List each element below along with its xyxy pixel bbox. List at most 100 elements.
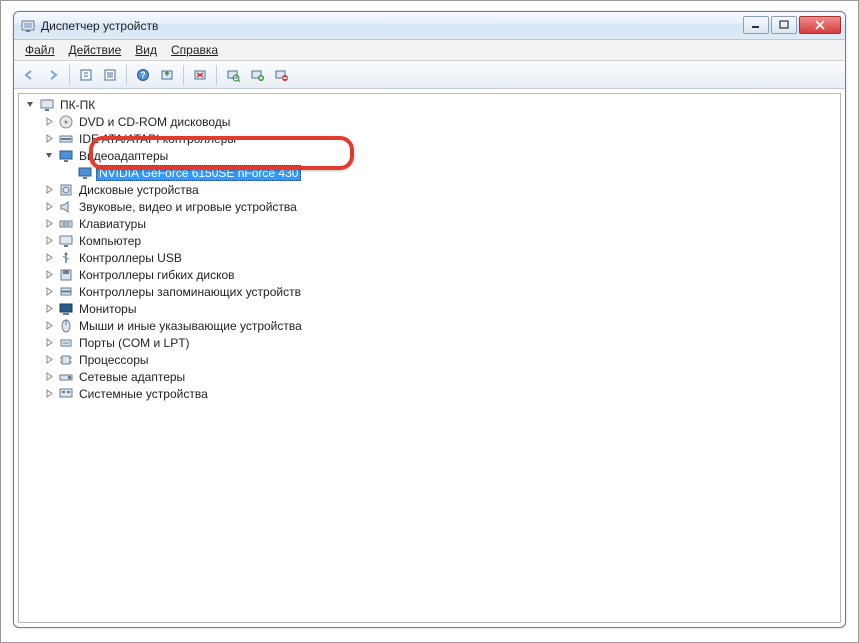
menu-file[interactable]: Файл	[18, 41, 62, 59]
display-icon	[58, 148, 74, 164]
svg-text:?: ?	[140, 70, 146, 80]
tree-item-label: Видеоадаптеры	[77, 149, 170, 163]
expand-icon[interactable]	[44, 371, 55, 382]
tree-item-label: Мыши и иные указывающие устройства	[77, 319, 304, 333]
expand-icon[interactable]	[44, 133, 55, 144]
expand-icon[interactable]	[44, 252, 55, 263]
expand-icon[interactable]	[44, 184, 55, 195]
toolbar-separator	[183, 65, 184, 85]
keyboard-icon	[58, 216, 74, 232]
update-driver-button[interactable]	[156, 64, 178, 86]
expand-icon[interactable]	[44, 388, 55, 399]
device-manager-window: Диспетчер устройств Файл Действие Вид Сп…	[13, 11, 846, 628]
tree-category[interactable]: IDE ATA/ATAPI контроллеры	[19, 130, 840, 147]
outer-frame: Диспетчер устройств Файл Действие Вид Сп…	[0, 0, 859, 643]
menu-help[interactable]: Справка	[164, 41, 225, 59]
tree-item-label: ПК-ПК	[58, 98, 97, 112]
back-button[interactable]	[18, 64, 40, 86]
tree-category[interactable]: Контроллеры запоминающих устройств	[19, 283, 840, 300]
collapse-icon[interactable]	[25, 99, 36, 110]
tree-category[interactable]: Мыши и иные указывающие устройства	[19, 317, 840, 334]
tree-category[interactable]: Видеоадаптеры	[19, 147, 840, 164]
scan-hardware-button[interactable]	[222, 64, 244, 86]
expand-icon[interactable]	[44, 201, 55, 212]
expand-icon[interactable]	[44, 337, 55, 348]
tree-category[interactable]: Порты (COM и LPT)	[19, 334, 840, 351]
forward-button[interactable]	[42, 64, 64, 86]
collapse-icon[interactable]	[44, 150, 55, 161]
device-tree[interactable]: ПК-ПК DVD и CD-ROM дисководыIDE ATA/ATAPI…	[19, 96, 840, 402]
tree-item-label: NVIDIA GeForce 6150SE nForce 430	[96, 165, 301, 181]
expand-icon[interactable]	[44, 286, 55, 297]
maximize-button[interactable]	[771, 16, 797, 34]
expand-icon[interactable]	[44, 218, 55, 229]
toolbar-separator	[216, 65, 217, 85]
storage-icon	[58, 284, 74, 300]
tree-item-label: Системные устройства	[77, 387, 210, 401]
window-controls	[741, 16, 841, 36]
tree-item-label: DVD и CD-ROM дисководы	[77, 115, 232, 129]
network-icon	[58, 369, 74, 385]
tree-item-label: Контроллеры запоминающих устройств	[77, 285, 303, 299]
cpu-icon	[58, 352, 74, 368]
show-hidden-button[interactable]	[75, 64, 97, 86]
tree-item-label: Звуковые, видео и игровые устройства	[77, 200, 299, 214]
tree-category[interactable]: Дисковые устройства	[19, 181, 840, 198]
properties-button[interactable]	[99, 64, 121, 86]
tree-category[interactable]: DVD и CD-ROM дисководы	[19, 113, 840, 130]
tree-category[interactable]: Звуковые, видео и игровые устройства	[19, 198, 840, 215]
computer-icon	[58, 233, 74, 249]
expand-icon[interactable]	[44, 320, 55, 331]
tree-device[interactable]: NVIDIA GeForce 6150SE nForce 430	[19, 164, 840, 181]
sound-icon	[58, 199, 74, 215]
tree-item-label: Контроллеры USB	[77, 251, 184, 265]
toolbar: ?	[14, 61, 845, 89]
computer-icon	[39, 97, 55, 113]
tree-item-label: Сетевые адаптеры	[77, 370, 187, 384]
minimize-button[interactable]	[743, 16, 769, 34]
app-icon	[20, 18, 36, 34]
expand-icon[interactable]	[44, 116, 55, 127]
tree-category[interactable]: Контроллеры гибких дисков	[19, 266, 840, 283]
menu-action[interactable]: Действие	[62, 41, 129, 59]
tree-category[interactable]: Клавиатуры	[19, 215, 840, 232]
mouse-icon	[58, 318, 74, 334]
help-button[interactable]: ?	[132, 64, 154, 86]
uninstall-button[interactable]	[189, 64, 211, 86]
tree-item-label: Клавиатуры	[77, 217, 148, 231]
usb-icon	[58, 250, 74, 266]
device-tree-panel[interactable]: ПК-ПК DVD и CD-ROM дисководыIDE ATA/ATAPI…	[18, 93, 841, 623]
tree-item-label: Дисковые устройства	[77, 183, 201, 197]
tree-item-label: Компьютер	[77, 234, 143, 248]
port-icon	[58, 335, 74, 351]
monitor-icon	[58, 301, 74, 317]
disable-button[interactable]	[270, 64, 292, 86]
titlebar[interactable]: Диспетчер устройств	[14, 12, 845, 40]
tree-category[interactable]: Сетевые адаптеры	[19, 368, 840, 385]
expand-icon[interactable]	[44, 235, 55, 246]
tree-category[interactable]: Компьютер	[19, 232, 840, 249]
tree-item-label: Процессоры	[77, 353, 151, 367]
toolbar-separator	[69, 65, 70, 85]
add-legacy-button[interactable]	[246, 64, 268, 86]
tree-category[interactable]: Контроллеры USB	[19, 249, 840, 266]
display-icon	[77, 165, 93, 181]
expand-icon[interactable]	[44, 303, 55, 314]
toolbar-separator	[126, 65, 127, 85]
window-title: Диспетчер устройств	[41, 19, 741, 33]
system-icon	[58, 386, 74, 402]
ide-icon	[58, 131, 74, 147]
expand-icon[interactable]	[44, 269, 55, 280]
disk-icon	[58, 182, 74, 198]
tree-root[interactable]: ПК-ПК	[19, 96, 840, 113]
tree-item-label: Порты (COM и LPT)	[77, 336, 192, 350]
close-button[interactable]	[799, 16, 841, 34]
tree-item-label: Контроллеры гибких дисков	[77, 268, 237, 282]
tree-category[interactable]: Мониторы	[19, 300, 840, 317]
disc-icon	[58, 114, 74, 130]
menubar: Файл Действие Вид Справка	[14, 40, 845, 61]
menu-view[interactable]: Вид	[128, 41, 164, 59]
expand-icon[interactable]	[44, 354, 55, 365]
tree-category[interactable]: Системные устройства	[19, 385, 840, 402]
tree-category[interactable]: Процессоры	[19, 351, 840, 368]
